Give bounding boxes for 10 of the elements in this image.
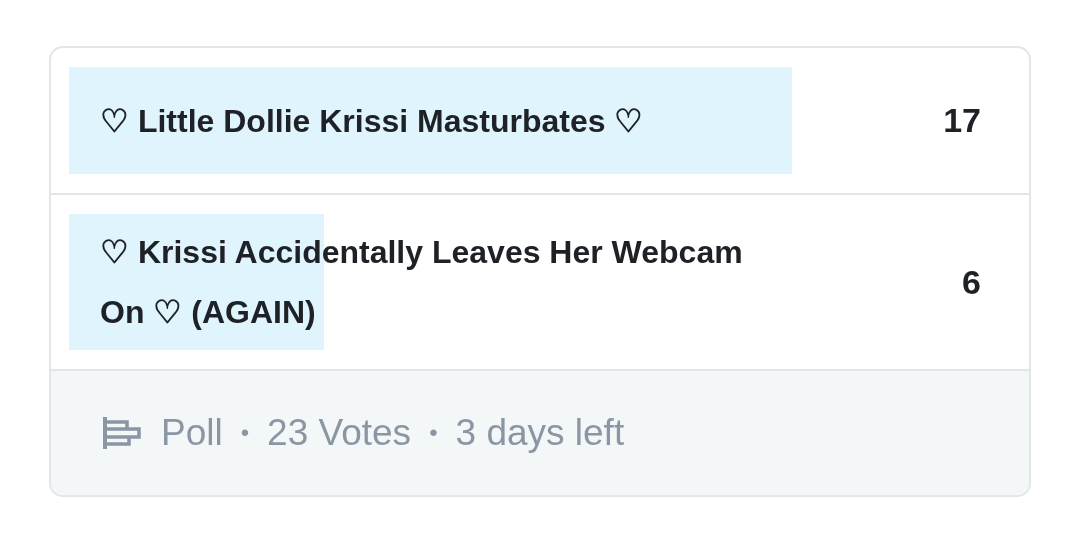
- separator-dot: •: [240, 419, 250, 447]
- option-label: ♡ Krissi Accidentally Leaves Her Webcam On ♡ (AGAIN): [100, 233, 744, 332]
- poll-icon: [103, 417, 141, 449]
- poll-meta: 23 Votes: [267, 412, 412, 454]
- poll-meta: 3 days left: [455, 412, 625, 454]
- option-label: ♡ Little Dollie Krissi Masturbates ♡: [100, 101, 644, 141]
- separator-dot: •: [429, 419, 438, 447]
- vote-count: 17: [942, 101, 981, 140]
- poll-meta: Poll: [161, 412, 223, 454]
- vote-count: 6: [961, 262, 981, 302]
